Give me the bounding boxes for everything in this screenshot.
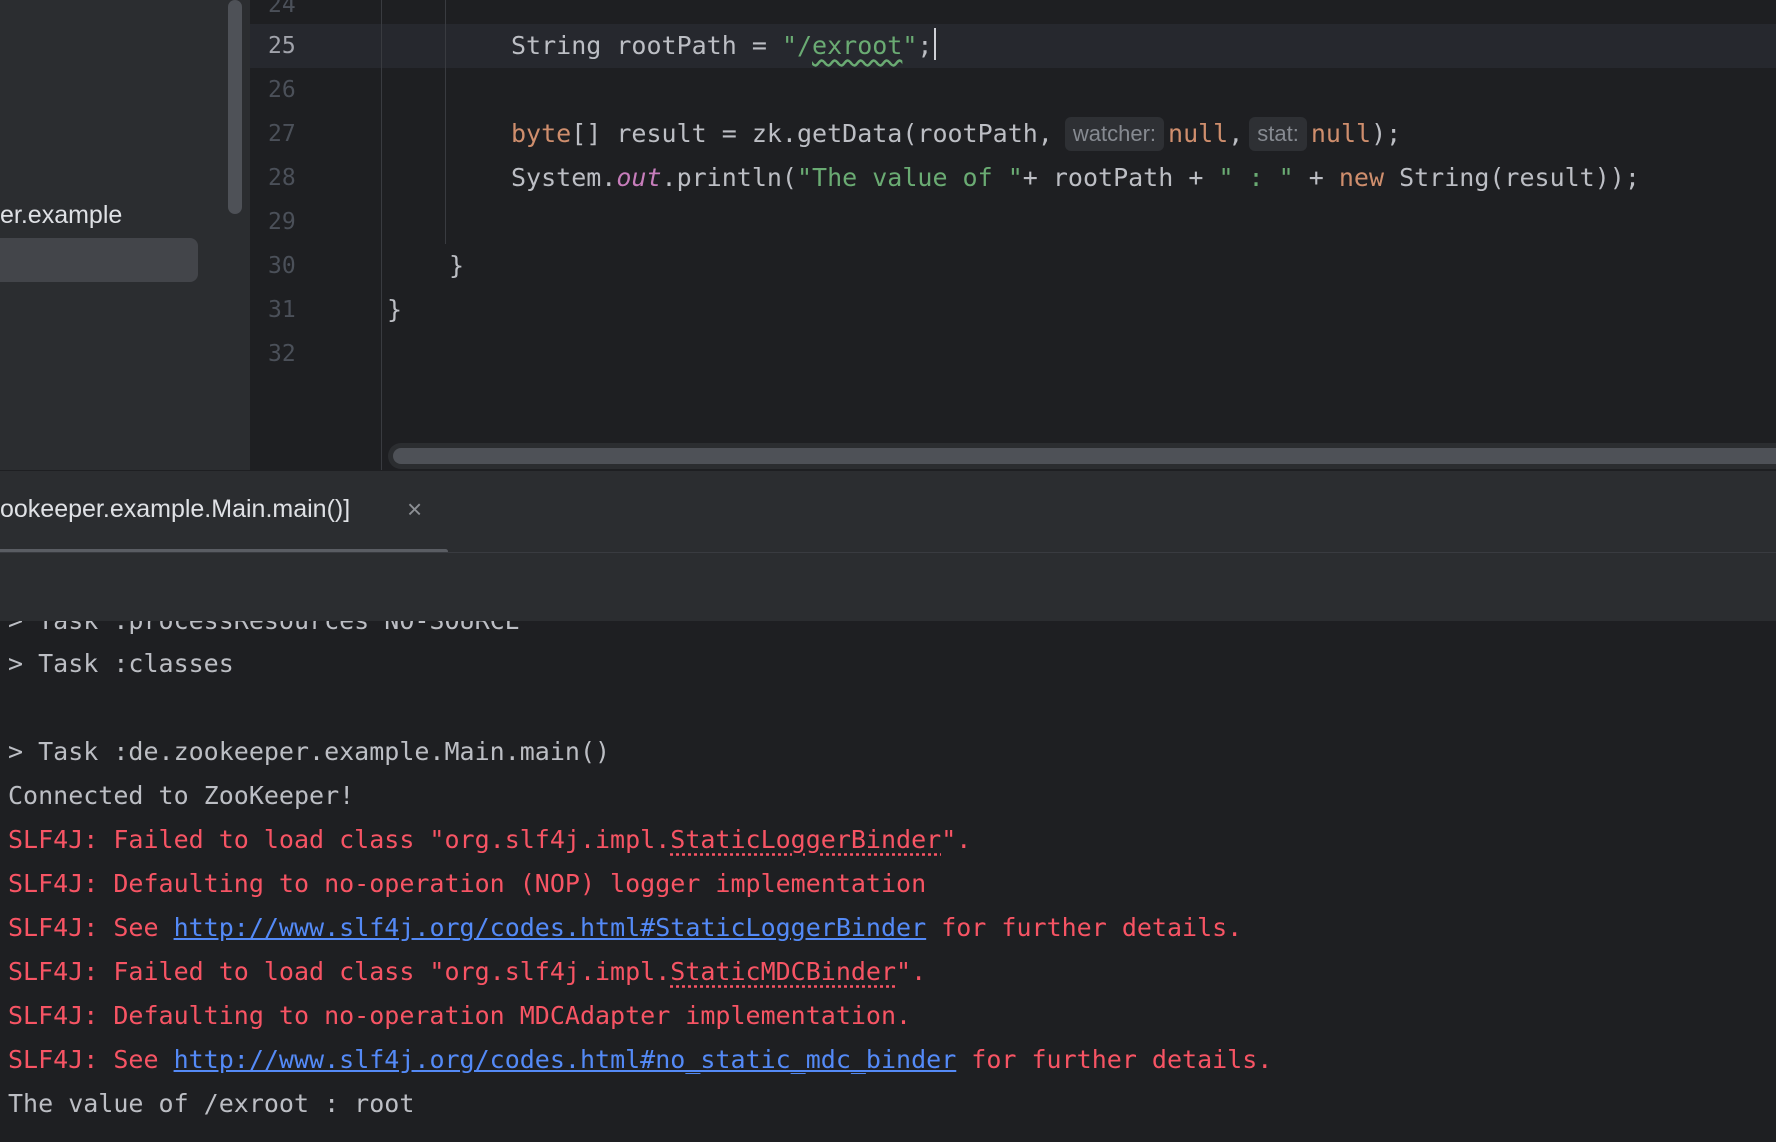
run-tool-window-header: ookeeper.example.Main.main()] ×	[0, 470, 1776, 554]
code-token: System.	[511, 163, 617, 192]
project-tree-item-package[interactable]: er.example	[0, 193, 122, 237]
console-error-line: SLF4J: Failed to load class "org.slf4j.i…	[8, 818, 971, 862]
console-text: ".	[896, 957, 927, 986]
console-text: SLF4J: Failed to load class "org.slf4j.i…	[8, 957, 671, 986]
code-string: "/exroot"	[782, 31, 917, 60]
console-text: ".	[941, 825, 972, 854]
spelling-warning: exroot	[812, 31, 903, 60]
code-editor[interactable]: 24 25 26 27 28 29 30 31 32 String rootPa…	[250, 0, 1776, 470]
console-text: SLF4J: See	[8, 1045, 174, 1074]
run-toolbar	[0, 553, 1776, 621]
console-line: > Task :de.zookeeper.example.Main.main()	[8, 737, 611, 766]
console-text: for further details.	[926, 913, 1243, 942]
text-caret	[934, 28, 937, 60]
console-text: SLF4J: See	[8, 913, 174, 942]
current-line-highlight	[250, 24, 1776, 68]
project-tree-item-label: er.example	[0, 201, 123, 229]
code-line-31[interactable]: }	[387, 288, 402, 332]
code-token: .println(	[661, 163, 797, 192]
code-line-25[interactable]: String rootPath = "/exroot";	[511, 24, 937, 68]
code-token: String(result));	[1384, 163, 1640, 192]
indent-guide	[445, 0, 446, 244]
line-number: 32	[268, 341, 296, 367]
console-text: SLF4J: Failed to load class "org.slf4j.i…	[8, 825, 671, 854]
console-error-line: SLF4J: See http://www.slf4j.org/codes.ht…	[8, 1038, 1272, 1082]
console-class-reference[interactable]: StaticMDCBinder	[670, 957, 896, 986]
line-number: 30	[268, 253, 296, 279]
editor-horizontal-scrollbar-thumb[interactable]	[393, 448, 1776, 464]
code-token: String rootPath =	[511, 31, 782, 60]
code-token: );	[1371, 119, 1402, 148]
code-token: [] result = zk.getData(rootPath,	[571, 119, 1053, 148]
code-keyword: byte	[511, 119, 572, 148]
code-token: ;	[917, 31, 933, 60]
console-line: > Task :classes	[8, 649, 234, 678]
console-error-line: SLF4J: See http://www.slf4j.org/codes.ht…	[8, 906, 1242, 950]
line-number: 27	[268, 121, 296, 147]
code-keyword: null	[1168, 119, 1229, 148]
code-keyword: null	[1310, 119, 1372, 148]
line-number: 24	[268, 0, 296, 18]
project-tree-item-selected[interactable]	[0, 238, 198, 282]
line-number: 29	[268, 209, 296, 235]
close-icon[interactable]: ×	[407, 471, 422, 547]
console-error-line: SLF4J: Defaulting to no-operation MDCAda…	[8, 1001, 912, 1030]
line-number: 28	[268, 165, 296, 191]
run-tab[interactable]: ookeeper.example.Main.main()]	[0, 471, 350, 547]
code-static-field: out	[616, 163, 662, 192]
code-token: + rootPath +	[1022, 163, 1219, 192]
project-sidebar: er.example	[0, 0, 250, 470]
console-text: for further details.	[956, 1045, 1273, 1074]
parameter-hint-watcher[interactable]: watcher:	[1064, 117, 1165, 151]
parameter-hint-stat[interactable]: stat:	[1249, 117, 1307, 151]
console-error-line: SLF4J: Defaulting to no-operation (NOP) …	[8, 869, 927, 898]
console-hyperlink[interactable]: http://www.slf4j.org/codes.html#StaticLo…	[174, 913, 927, 942]
sidebar-scrollbar-thumb[interactable]	[228, 0, 242, 214]
code-line-28[interactable]: System.out.println("The value of "+ root…	[511, 156, 1640, 200]
code-string: " : "	[1218, 163, 1294, 192]
code-token: +	[1293, 163, 1339, 192]
code-line-30[interactable]: }	[449, 244, 464, 288]
console-error-line: SLF4J: Failed to load class "org.slf4j.i…	[8, 950, 926, 994]
console-line: > Task :processResources NO-SOURCE	[8, 621, 520, 643]
code-token: "	[902, 31, 918, 60]
line-number: 31	[268, 297, 296, 323]
line-number-gutter[interactable]: 24 25 26 27 28 29 30 31 32	[250, 0, 380, 470]
gutter-divider	[381, 0, 382, 470]
run-tab-label: ookeeper.example.Main.main()]	[0, 495, 351, 523]
line-number-current: 25	[268, 33, 296, 59]
console-line: Connected to ZooKeeper!	[8, 781, 355, 810]
code-keyword: new	[1338, 163, 1385, 192]
line-number: 26	[268, 77, 296, 103]
console-class-reference[interactable]: StaticLoggerBinder	[670, 825, 941, 854]
code-line-27[interactable]: byte[] result = zk.getData(rootPath, watc…	[511, 112, 1401, 156]
code-token: ,	[1228, 119, 1244, 148]
run-console-output[interactable]: > Task :processResources NO-SOURCE > Tas…	[0, 621, 1776, 1142]
code-string: "The value of "	[796, 163, 1023, 192]
console-line: The value of /exroot : root	[8, 1089, 415, 1118]
console-hyperlink[interactable]: http://www.slf4j.org/codes.html#no_stati…	[174, 1045, 957, 1074]
code-token: "/	[781, 31, 813, 60]
